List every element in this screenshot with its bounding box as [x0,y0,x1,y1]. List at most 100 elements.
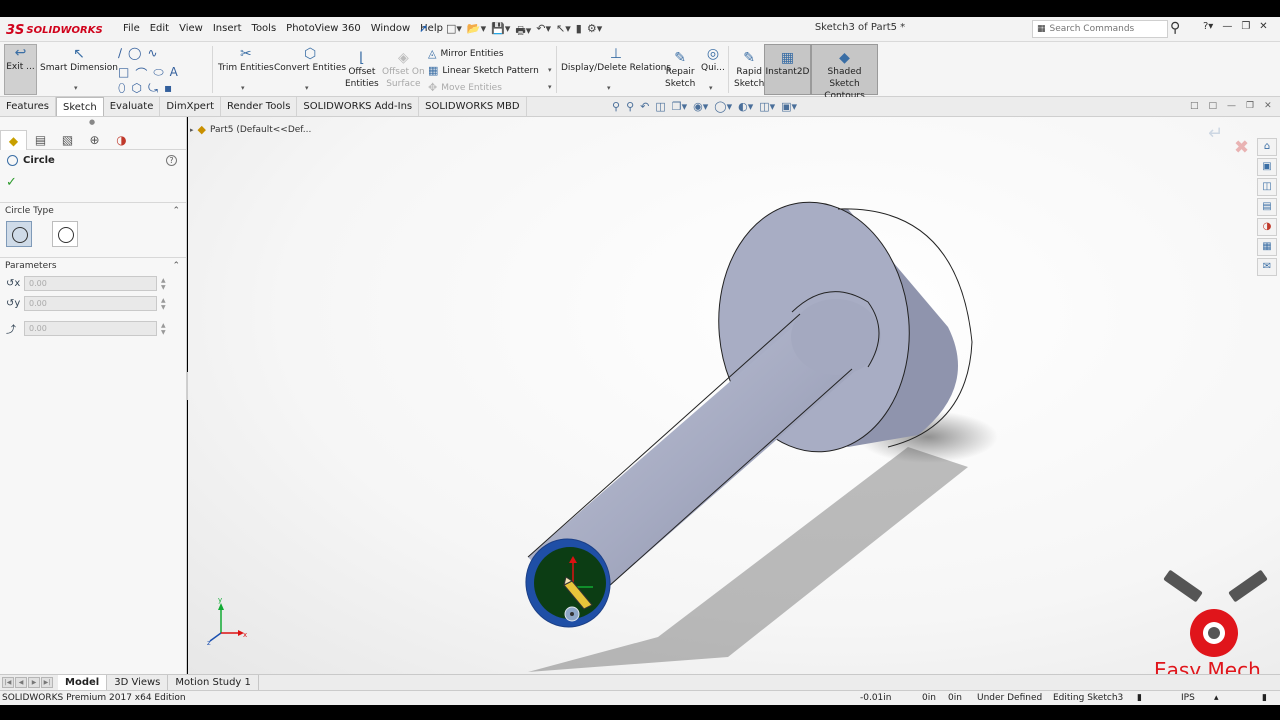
center-x-input[interactable] [24,276,157,291]
slot-icon[interactable]: ⬯ [118,81,126,96]
pattern-dropdown[interactable]: ▾ [548,66,552,74]
line-icon[interactable]: ∕ [118,46,122,60]
convert-entities-button[interactable]: ⬡ Convert Entities [274,46,346,74]
help-icon[interactable]: ?▾ [1203,21,1213,32]
relations-dropdown[interactable]: ▾ [607,84,611,92]
tab-model[interactable]: Model [58,675,108,690]
open-icon[interactable]: 📂▾ [467,22,486,41]
ellipse-icon[interactable]: ⬭ [153,65,163,82]
tab-evaluate[interactable]: Evaluate [104,97,161,116]
polygon-icon[interactable]: ⬡ [132,81,142,96]
menu-tools[interactable]: Tools [247,22,282,36]
collapse-chevron-icon[interactable]: ⌃ [172,258,180,274]
configuration-manager-tab-icon[interactable]: ▧ [54,130,81,150]
next-tab-icon[interactable]: ▶ [28,677,40,688]
tab-features[interactable]: Features [0,97,56,116]
parameters-group-header[interactable]: Parameters ⌃ [0,257,186,273]
status-customize-icon[interactable]: ▮ [1262,692,1267,705]
smart-dimension-dropdown[interactable]: ▾ [74,84,78,92]
quick-snaps-button[interactable]: ◎ Qui... [701,46,725,74]
undo-icon[interactable]: ↶▾ [536,22,551,41]
quick-snaps-dropdown[interactable]: ▾ [709,84,713,92]
offset-on-surface-button[interactable]: ◈ Offset On Surface [382,50,425,90]
move-dropdown[interactable]: ▾ [548,83,552,91]
menu-view[interactable]: View [174,22,208,36]
circle-tool-icon[interactable]: ◯ [128,46,141,60]
pin-icon[interactable]: ➚ [419,22,428,35]
panel-grip[interactable]: ● [89,118,95,126]
tab-sketch[interactable]: Sketch [56,97,104,116]
status-units[interactable]: IPS [1181,692,1195,705]
zoom-to-fit-icon[interactable]: ⚲ [612,100,620,113]
doc-cascade-icon[interactable]: □ [1209,101,1218,111]
fillet-icon[interactable]: ⤿ [148,81,158,96]
appearance-icon[interactable]: ◐▾ [738,100,753,113]
point-icon[interactable]: ▪ [164,81,172,96]
instant2d-button[interactable]: ▦ Instant2D [764,44,811,95]
solidworks-logo[interactable]: 3S SOLIDWORKS [6,21,103,39]
pm-help-icon[interactable]: ? [166,155,177,166]
linear-sketch-pattern-button[interactable]: ▦ Linear Sketch Pattern [428,64,539,77]
repair-sketch-button[interactable]: ✎ Repair Sketch [665,50,695,90]
mirror-entities-button[interactable]: ◬ Mirror Entities [428,47,504,60]
save-icon[interactable]: 💾▾ [491,22,510,41]
graphics-area[interactable]: ▸ ◆ Part5 (Default<<Def... ↵ ✖ ⌂ ▣ ◫ ▤ ◑… [188,117,1280,674]
hide-show-icon[interactable]: ◯▾ [714,100,732,113]
spinner-icon[interactable]: ▲ ▼ [161,297,166,311]
doc-tile-icon[interactable]: □ [1190,101,1199,111]
radius-input[interactable] [24,321,157,336]
minimize-icon[interactable]: — [1222,21,1232,32]
text-icon[interactable]: A [170,65,178,82]
view-settings-icon[interactable]: ▣▾ [781,100,797,113]
display-style-icon[interactable]: ◉▾ [693,100,708,113]
doc-close-icon[interactable]: ✕ [1264,101,1272,111]
smart-dimension-button[interactable]: ↖ Smart Dimension [40,46,118,74]
menu-window[interactable]: Window [366,22,415,36]
feature-manager-tab-icon[interactable]: ◆ [0,130,27,150]
circle-type-group-header[interactable]: Circle Type ⌃ [0,202,186,218]
doc-restore-icon[interactable]: ❐ [1246,101,1254,111]
scene-icon[interactable]: ◫▾ [759,100,775,113]
options-icon[interactable]: ⚙▾ [587,22,602,41]
tab-render-tools[interactable]: Render Tools [221,97,298,116]
view-orientation-icon[interactable]: ❐▾ [672,100,687,113]
dimxpert-manager-tab-icon[interactable]: ⊕ [81,130,108,150]
units-dropdown-icon[interactable]: ▴ [1214,692,1219,705]
tab-motion-study[interactable]: Motion Study 1 [168,675,259,690]
property-manager-tab-icon[interactable]: ▤ [27,130,54,150]
previous-view-icon[interactable]: ↶ [640,100,649,113]
move-entities-button[interactable]: ✥ Move Entities [428,81,502,94]
zoom-area-icon[interactable]: ⚲ [626,100,634,113]
doc-minimize-icon[interactable]: — [1227,101,1236,111]
search-box[interactable]: ▦ [1032,20,1168,38]
menu-file[interactable]: File [118,22,145,36]
tab-3d-views[interactable]: 3D Views [107,675,169,690]
convert-dropdown[interactable]: ▾ [305,84,309,92]
perimeter-circle-button[interactable] [52,221,78,247]
exit-sketch-button[interactable]: ↩ Exit ... [4,44,37,95]
center-y-input[interactable] [24,296,157,311]
rectangle-icon[interactable]: □ [118,65,129,82]
first-tab-icon[interactable]: |◀ [2,677,14,688]
close-icon[interactable]: ✕ [1259,21,1267,32]
last-tab-icon[interactable]: ▶| [41,677,53,688]
tab-addins[interactable]: SOLIDWORKS Add-Ins [297,97,420,116]
menu-edit[interactable]: Edit [145,22,174,36]
ok-checkmark-icon[interactable]: ✓ [6,175,17,190]
tab-dimxpert[interactable]: DimXpert [160,97,221,116]
spinner-icon[interactable]: ▲ ▼ [161,322,166,336]
restore-icon[interactable]: ❐ [1241,21,1250,32]
rapid-sketch-button[interactable]: ✎ Rapid Sketch [734,50,764,90]
collapse-chevron-icon[interactable]: ⌃ [172,203,180,219]
offset-entities-button[interactable]: ⌊ Offset Entities [345,50,379,90]
search-icon[interactable]: ⚲ [1170,20,1180,36]
trim-entities-button[interactable]: ✂ Trim Entities [218,46,274,74]
arc-icon[interactable]: ⌒ [135,65,147,82]
print-icon[interactable]: 🖶▾ [515,22,531,41]
model-canvas[interactable]: z x y Easy Mech [188,117,1280,674]
tab-mbd[interactable]: SOLIDWORKS MBD [419,97,527,116]
section-view-icon[interactable]: ◫ [655,100,665,113]
new-document-icon[interactable]: □▾ [446,22,462,41]
spinner-icon[interactable]: ▲ ▼ [161,277,166,291]
rebuild-indicator-icon[interactable]: ▮ [1137,692,1142,705]
